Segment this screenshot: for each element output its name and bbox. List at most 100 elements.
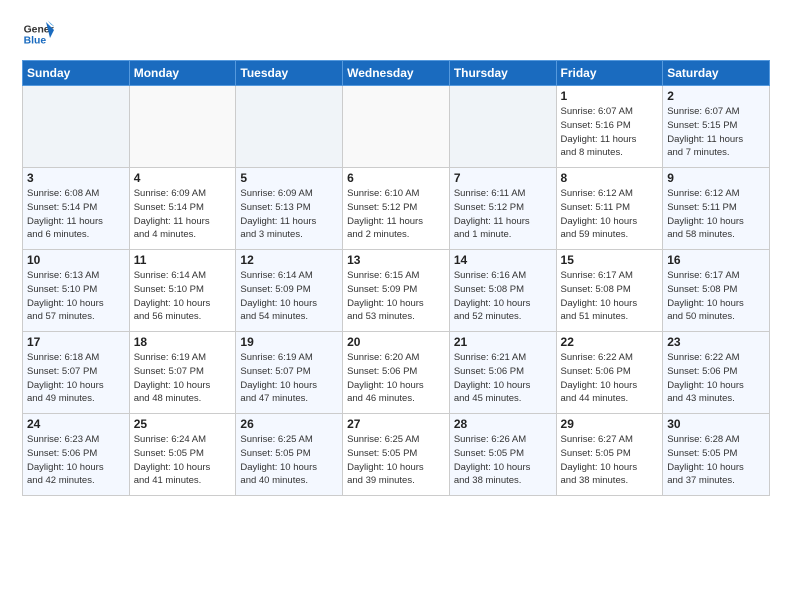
day-number: 7 [454,171,552,185]
header-row: SundayMondayTuesdayWednesdayThursdayFrid… [23,61,770,86]
header-cell-tuesday: Tuesday [236,61,343,86]
day-cell [23,86,130,168]
day-number: 11 [134,253,232,267]
day-info: Sunrise: 6:25 AM Sunset: 5:05 PM Dayligh… [347,433,445,488]
day-cell [449,86,556,168]
day-info: Sunrise: 6:17 AM Sunset: 5:08 PM Dayligh… [667,269,765,324]
day-number: 13 [347,253,445,267]
day-info: Sunrise: 6:14 AM Sunset: 5:10 PM Dayligh… [134,269,232,324]
day-info: Sunrise: 6:07 AM Sunset: 5:16 PM Dayligh… [561,105,659,160]
calendar-table: SundayMondayTuesdayWednesdayThursdayFrid… [22,60,770,496]
day-number: 18 [134,335,232,349]
day-cell: 23Sunrise: 6:22 AM Sunset: 5:06 PM Dayli… [663,332,770,414]
day-cell: 29 Sunrise: 6:27 AM Sunset: 5:05 PM Dayli… [556,414,663,496]
day-number: 14 [454,253,552,267]
day-cell: 21 Sunrise: 6:21 AM Sunset: 5:06 PM Dayli… [449,332,556,414]
day-info: Sunrise: 6:23 AM Sunset: 5:06 PM Dayligh… [27,433,125,488]
day-cell: 2 Sunrise: 6:07 AM Sunset: 5:15 PM Daylig… [663,86,770,168]
header-cell-saturday: Saturday [663,61,770,86]
week-row-1: 1Sunrise: 6:07 AM Sunset: 5:16 PM Daylig… [23,86,770,168]
day-cell: 11 Sunrise: 6:14 AM Sunset: 5:10 PM Dayli… [129,250,236,332]
day-number: 8 [561,171,659,185]
day-number: 19 [240,335,338,349]
day-cell: 12 Sunrise: 6:14 AM Sunset: 5:09 PM Dayli… [236,250,343,332]
day-cell: 1Sunrise: 6:07 AM Sunset: 5:16 PM Daylig… [556,86,663,168]
header: General Blue [22,18,770,50]
day-number: 21 [454,335,552,349]
header-cell-sunday: Sunday [23,61,130,86]
day-info: Sunrise: 6:17 AM Sunset: 5:08 PM Dayligh… [561,269,659,324]
day-cell: 25 Sunrise: 6:24 AM Sunset: 5:05 PM Dayli… [129,414,236,496]
day-cell: 10 Sunrise: 6:13 AM Sunset: 5:10 PM Dayli… [23,250,130,332]
day-cell [129,86,236,168]
week-row-4: 17 Sunrise: 6:18 AM Sunset: 5:07 PM Dayli… [23,332,770,414]
day-info: Sunrise: 6:22 AM Sunset: 5:06 PM Dayligh… [561,351,659,406]
day-info: Sunrise: 6:13 AM Sunset: 5:10 PM Dayligh… [27,269,125,324]
day-cell: 28 Sunrise: 6:26 AM Sunset: 5:05 PM Dayli… [449,414,556,496]
day-number: 25 [134,417,232,431]
day-cell: 3 Sunrise: 6:08 AM Sunset: 5:14 PM Daylig… [23,168,130,250]
day-number: 10 [27,253,125,267]
header-cell-monday: Monday [129,61,236,86]
day-cell: 15 Sunrise: 6:17 AM Sunset: 5:08 PM Dayli… [556,250,663,332]
day-number: 23 [667,335,765,349]
header-cell-thursday: Thursday [449,61,556,86]
day-info: Sunrise: 6:11 AM Sunset: 5:12 PM Dayligh… [454,187,552,242]
page: General Blue SundayMondayTuesdayWednesda… [0,0,792,506]
day-number: 15 [561,253,659,267]
logo-icon: General Blue [22,18,54,50]
day-info: Sunrise: 6:19 AM Sunset: 5:07 PM Dayligh… [240,351,338,406]
day-cell: 24Sunrise: 6:23 AM Sunset: 5:06 PM Dayli… [23,414,130,496]
day-number: 20 [347,335,445,349]
day-info: Sunrise: 6:07 AM Sunset: 5:15 PM Dayligh… [667,105,765,160]
logo: General Blue [22,18,54,50]
day-cell: 4Sunrise: 6:09 AM Sunset: 5:14 PM Daylig… [129,168,236,250]
day-cell: 20Sunrise: 6:20 AM Sunset: 5:06 PM Dayli… [343,332,450,414]
header-cell-wednesday: Wednesday [343,61,450,86]
day-cell: 26 Sunrise: 6:25 AM Sunset: 5:05 PM Dayli… [236,414,343,496]
day-info: Sunrise: 6:24 AM Sunset: 5:05 PM Dayligh… [134,433,232,488]
day-info: Sunrise: 6:09 AM Sunset: 5:14 PM Dayligh… [134,187,232,242]
day-cell: 17 Sunrise: 6:18 AM Sunset: 5:07 PM Dayli… [23,332,130,414]
day-info: Sunrise: 6:15 AM Sunset: 5:09 PM Dayligh… [347,269,445,324]
day-cell: 7 Sunrise: 6:11 AM Sunset: 5:12 PM Daylig… [449,168,556,250]
day-number: 17 [27,335,125,349]
day-info: Sunrise: 6:08 AM Sunset: 5:14 PM Dayligh… [27,187,125,242]
day-info: Sunrise: 6:14 AM Sunset: 5:09 PM Dayligh… [240,269,338,324]
day-info: Sunrise: 6:16 AM Sunset: 5:08 PM Dayligh… [454,269,552,324]
week-row-2: 3 Sunrise: 6:08 AM Sunset: 5:14 PM Daylig… [23,168,770,250]
header-cell-friday: Friday [556,61,663,86]
day-cell: 19 Sunrise: 6:19 AM Sunset: 5:07 PM Dayli… [236,332,343,414]
day-number: 29 [561,417,659,431]
day-number: 28 [454,417,552,431]
week-row-5: 24Sunrise: 6:23 AM Sunset: 5:06 PM Dayli… [23,414,770,496]
day-info: Sunrise: 6:10 AM Sunset: 5:12 PM Dayligh… [347,187,445,242]
day-cell: 13 Sunrise: 6:15 AM Sunset: 5:09 PM Dayli… [343,250,450,332]
day-number: 5 [240,171,338,185]
day-cell: 14 Sunrise: 6:16 AM Sunset: 5:08 PM Dayli… [449,250,556,332]
day-info: Sunrise: 6:26 AM Sunset: 5:05 PM Dayligh… [454,433,552,488]
day-number: 26 [240,417,338,431]
day-cell: 8Sunrise: 6:12 AM Sunset: 5:11 PM Daylig… [556,168,663,250]
day-cell: 5 Sunrise: 6:09 AM Sunset: 5:13 PM Daylig… [236,168,343,250]
day-number: 22 [561,335,659,349]
day-cell: 6 Sunrise: 6:10 AM Sunset: 5:12 PM Daylig… [343,168,450,250]
day-info: Sunrise: 6:27 AM Sunset: 5:05 PM Dayligh… [561,433,659,488]
day-number: 2 [667,89,765,103]
day-info: Sunrise: 6:21 AM Sunset: 5:06 PM Dayligh… [454,351,552,406]
day-info: Sunrise: 6:18 AM Sunset: 5:07 PM Dayligh… [27,351,125,406]
day-number: 30 [667,417,765,431]
day-cell: 18Sunrise: 6:19 AM Sunset: 5:07 PM Dayli… [129,332,236,414]
day-number: 6 [347,171,445,185]
day-info: Sunrise: 6:25 AM Sunset: 5:05 PM Dayligh… [240,433,338,488]
day-number: 12 [240,253,338,267]
day-cell: 16 Sunrise: 6:17 AM Sunset: 5:08 PM Dayli… [663,250,770,332]
day-info: Sunrise: 6:12 AM Sunset: 5:11 PM Dayligh… [667,187,765,242]
day-number: 16 [667,253,765,267]
day-info: Sunrise: 6:09 AM Sunset: 5:13 PM Dayligh… [240,187,338,242]
day-cell: 9Sunrise: 6:12 AM Sunset: 5:11 PM Daylig… [663,168,770,250]
day-cell: 30Sunrise: 6:28 AM Sunset: 5:05 PM Dayli… [663,414,770,496]
day-cell: 22 Sunrise: 6:22 AM Sunset: 5:06 PM Dayli… [556,332,663,414]
day-cell: 27Sunrise: 6:25 AM Sunset: 5:05 PM Dayli… [343,414,450,496]
day-number: 3 [27,171,125,185]
